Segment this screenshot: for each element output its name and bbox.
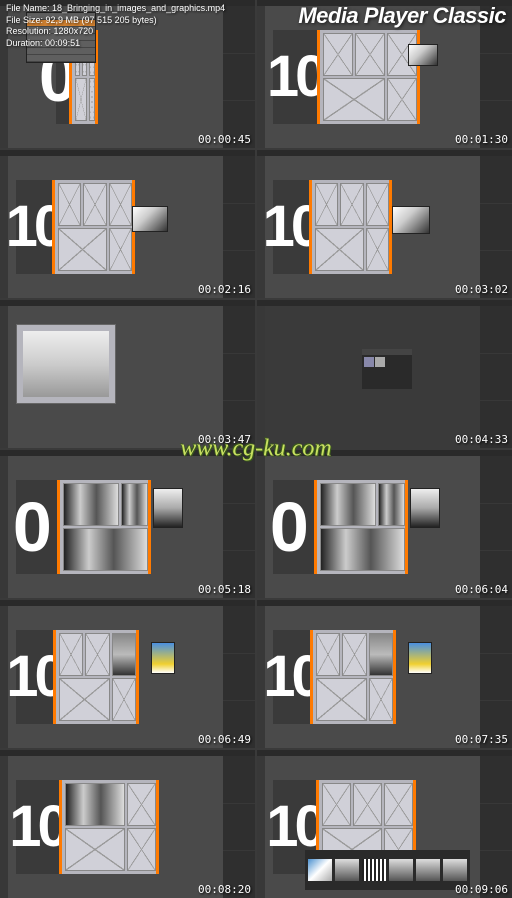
timecode: 00:06:49	[198, 733, 251, 746]
file-info-block: File Name: 18_Bringing_in_images_and_gra…	[6, 3, 225, 50]
placed-image-floating	[392, 206, 430, 234]
file-name-label: File Name:	[6, 3, 50, 13]
image-frame-filled	[63, 528, 149, 571]
file-size-label: File Size:	[6, 15, 43, 25]
layout-number-partial: 0	[13, 487, 48, 567]
thumbnail[interactable]: 10 00:02:16	[0, 150, 255, 298]
image-frame-filled	[121, 483, 148, 526]
app-title: Media Player Classic	[298, 3, 506, 29]
placed-image-floating	[410, 488, 440, 528]
timecode: 00:06:04	[455, 583, 508, 596]
bridge-thumb	[443, 859, 467, 881]
timecode: 00:09:06	[455, 883, 508, 896]
timecode: 00:01:30	[455, 133, 508, 146]
thumbnail[interactable]: 00:04:33	[257, 300, 512, 448]
timecode: 00:07:35	[455, 733, 508, 746]
file-name-value: 18_Bringing_in_images_and_graphics.mp4	[52, 3, 225, 13]
placed-image-floating	[132, 206, 168, 232]
thumbnail[interactable]: 00:03:47	[0, 300, 255, 448]
bridge-thumb	[362, 859, 386, 881]
resolution-value: 1280x720	[54, 26, 94, 36]
file-size-value: 92,9 MB (97 515 205 bytes)	[46, 15, 157, 25]
thumbnail[interactable]: 0 00:05:18	[0, 450, 255, 598]
resolution-label: Resolution:	[6, 26, 51, 36]
timecode: 00:03:47	[198, 433, 251, 446]
timecode: 00:04:33	[455, 433, 508, 446]
zoomed-image-frame	[23, 331, 109, 397]
timecode: 00:08:20	[198, 883, 251, 896]
thumbnail[interactable]: 10 00:06:49	[0, 600, 255, 748]
layout-number-partial: 0	[270, 487, 305, 567]
mini-bridge-panel	[305, 850, 470, 890]
duration-value: 00:09:51	[45, 38, 80, 48]
thumbnail[interactable]: 10 00:09:06	[257, 750, 512, 898]
bridge-thumb	[389, 859, 413, 881]
placed-image-floating	[153, 488, 183, 528]
layout-number: 10	[267, 43, 324, 110]
links-panel	[362, 349, 412, 389]
thumbnail-grid: 0 00:00:45	[0, 0, 512, 898]
color-image-sample	[151, 642, 175, 674]
image-frame-empty	[75, 78, 88, 121]
header-overlay: File Name: 18_Bringing_in_images_and_gra…	[0, 0, 512, 53]
thumbnail[interactable]: 0 00:06:04	[257, 450, 512, 598]
thumbnail[interactable]: 10 00:07:35	[257, 600, 512, 748]
duration-label: Duration:	[6, 38, 43, 48]
timecode: 00:03:02	[455, 283, 508, 296]
layout-number: 10	[9, 793, 66, 860]
timecode: 00:00:45	[198, 133, 251, 146]
timecode: 00:02:16	[198, 283, 251, 296]
bridge-thumb	[335, 859, 359, 881]
bridge-thumb	[308, 859, 332, 881]
thumbnail[interactable]: 10 00:08:20	[0, 750, 255, 898]
timecode: 00:05:18	[198, 583, 251, 596]
bridge-thumb	[416, 859, 440, 881]
menu-item	[27, 55, 95, 62]
color-image-sample	[408, 642, 432, 674]
thumbnail[interactable]: 10 00:03:02	[257, 150, 512, 298]
image-frame-filled	[63, 483, 119, 526]
